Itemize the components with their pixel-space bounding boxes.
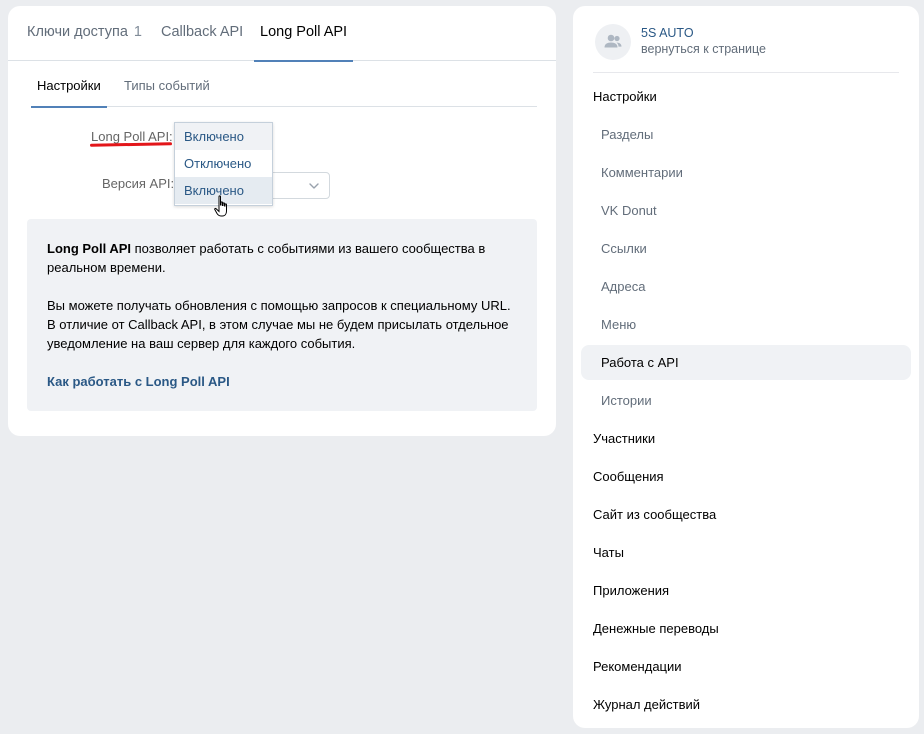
menu-item-chats[interactable]: Чаты <box>581 535 911 570</box>
dropdown-option-disabled[interactable]: Отключено <box>175 150 272 177</box>
info-p2-line3: уведомление на ваш сервер для каждого со… <box>47 336 356 351</box>
back-to-page-link[interactable]: вернуться к странице <box>641 42 766 56</box>
tab-callback-api-label: Callback API <box>161 24 244 40</box>
tab-long-poll-api-label: Long Poll API <box>260 24 348 40</box>
info-p1-line1: позволяет работать с событиями из вашего… <box>131 241 486 256</box>
menu-item-links[interactable]: Ссылки <box>581 231 911 266</box>
menu-item-stories[interactable]: Истории <box>581 383 911 418</box>
menu-item-menu[interactable]: Меню <box>581 307 911 342</box>
menu-item-addresses[interactable]: Адреса <box>581 269 911 304</box>
chevron-down-icon <box>309 183 319 189</box>
menu-item-vk-donut[interactable]: VK Donut <box>581 193 911 228</box>
group-name[interactable]: 5S AUTO <box>641 26 694 40</box>
menu-item-sections[interactable]: Разделы <box>581 117 911 152</box>
divider <box>593 72 899 73</box>
menu-item-apps[interactable]: Приложения <box>581 573 911 608</box>
menu-item-settings[interactable]: Настройки <box>581 79 911 114</box>
avatar <box>595 24 631 60</box>
menu-item-messages[interactable]: Сообщения <box>581 459 911 494</box>
info-p2-line2: В отличие от Callback API, в этом случае… <box>47 317 509 332</box>
settings-subtabs: Настройки Типы событий <box>31 67 537 108</box>
info-paragraph-1: Long Poll API позволяет работать с событ… <box>47 239 517 277</box>
tab-access-keys-label: Ключи доступа <box>27 24 128 40</box>
menu-item-api[interactable]: Работа с API <box>581 345 911 380</box>
annotation-underline <box>89 142 173 147</box>
tab-callback-api[interactable]: Callback API <box>161 6 243 61</box>
menu-item-members[interactable]: Участники <box>581 421 911 456</box>
how-to-longpoll-link[interactable]: Как работать с Long Poll API <box>47 372 517 391</box>
subtab-settings[interactable]: Настройки <box>31 67 107 108</box>
info-p2-line1: Вы можете получать обновления с помощью … <box>47 298 511 313</box>
menu-item-community-site[interactable]: Сайт из сообщества <box>581 497 911 532</box>
info-paragraph-2: Вы можете получать обновления с помощью … <box>47 296 517 353</box>
longpoll-status-dropdown[interactable]: Включено Отключено Включено <box>174 122 273 206</box>
api-version-label: Версия API: <box>102 176 175 191</box>
longpoll-info-box: Long Poll API позволяет работать с событ… <box>27 219 537 411</box>
menu-item-action-log[interactable]: Журнал действий <box>581 687 911 722</box>
menu-item-recommendations[interactable]: Рекомендации <box>581 649 911 684</box>
menu-item-money-transfers[interactable]: Денежные переводы <box>581 611 911 646</box>
api-tabs: Ключи доступа 1 Callback API Long Poll AP… <box>8 6 556 62</box>
info-p1-line2: реальном времени. <box>47 260 166 275</box>
info-bold-term: Long Poll API <box>47 241 132 256</box>
side-menu-card: 5S AUTO вернуться к странице Настройки Р… <box>573 6 919 728</box>
group-users-icon <box>604 34 622 48</box>
dropdown-option-enabled-current[interactable]: Включено <box>175 123 272 150</box>
tab-long-poll-api[interactable]: Long Poll API <box>253 6 354 62</box>
menu-item-comments[interactable]: Комментарии <box>581 155 911 190</box>
hand-pointer-icon <box>214 195 227 217</box>
subtab-event-types[interactable]: Типы событий <box>124 67 210 107</box>
group-header[interactable]: 5S AUTO вернуться к странице <box>595 24 895 60</box>
tab-access-keys[interactable]: Ключи доступа 1 <box>27 6 142 61</box>
tab-access-keys-count: 1 <box>133 24 142 40</box>
main-card: Ключи доступа 1 Callback API Long Poll AP… <box>8 6 556 436</box>
